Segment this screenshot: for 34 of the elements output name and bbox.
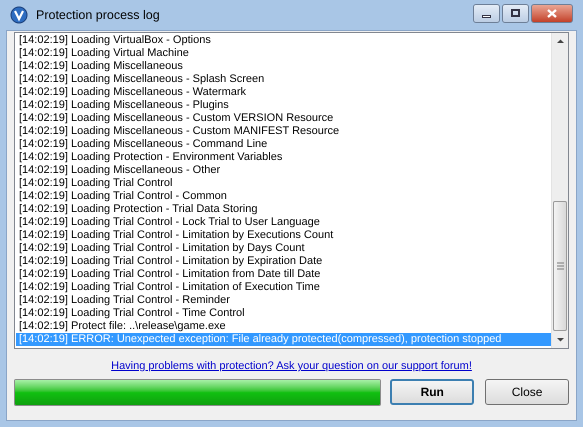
log-line[interactable]: [14:02:19] Loading Miscellaneous - Other [16, 164, 551, 177]
run-button[interactable]: Run [390, 379, 474, 405]
log-line[interactable]: [14:02:19] Loading Miscellaneous - Custom MANIFEST Resource [16, 125, 551, 138]
log-line[interactable]: [14:02:19] Loading Trial Control - Limitation from Date till Date [16, 268, 551, 281]
log-line[interactable]: [14:02:19] Loading Miscellaneous [16, 60, 551, 73]
log-line[interactable]: [14:02:19] Loading Protection - Trial Data Storing [16, 203, 551, 216]
maximize-button[interactable] [502, 4, 529, 22]
scrollbar[interactable] [551, 33, 568, 348]
log-line[interactable]: [14:02:19] Loading VirtualBox - Options [16, 34, 551, 47]
log-line[interactable]: [14:02:19] Loading Virtual Machine [16, 47, 551, 60]
close-button[interactable] [531, 4, 573, 22]
log-line[interactable]: [14:02:19] Loading Protection - Environment Variables [16, 151, 551, 164]
window-title: Protection process log [36, 6, 160, 24]
support-link[interactable]: Having problems with protection? Ask your question on our support forum! [111, 358, 472, 374]
log-line[interactable]: [14:02:19] Loading Trial Control - Limitation of Execution Time [16, 281, 551, 294]
close-icon [547, 8, 557, 18]
app-logo-icon [10, 6, 28, 24]
log-line[interactable]: [14:02:19] Loading Trial Control - Limitation by Expiration Date [16, 255, 551, 268]
log-line[interactable]: [14:02:19] Loading Miscellaneous - Splash Screen [16, 73, 551, 86]
log-line[interactable]: [14:02:19] Loading Miscellaneous - Custom VERSION Resource [16, 112, 551, 125]
log-line[interactable]: [14:02:19] Loading Trial Control - Lock Trial to User Language [16, 216, 551, 229]
log-line[interactable]: [14:02:19] Loading Trial Control - Limitation by Days Count [16, 242, 551, 255]
log-line[interactable]: [14:02:19] Protect file: ..\release\game.exe [16, 320, 551, 333]
close-dialog-button[interactable]: Close [485, 379, 569, 405]
log-line[interactable]: [14:02:19] Loading Miscellaneous - Watermark [16, 86, 551, 99]
minimize-button[interactable] [473, 4, 500, 22]
log-line[interactable]: [14:02:19] Loading Trial Control - Limitation by Executions Count [16, 229, 551, 242]
log-line[interactable]: [14:02:19] Loading Trial Control - Reminder [16, 294, 551, 307]
log-line[interactable]: [14:02:19] Loading Miscellaneous - Plugins [16, 99, 551, 112]
log-line[interactable]: [14:02:19] Loading Trial Control - Time Control [16, 307, 551, 320]
log-line[interactable]: [14:02:19] Loading Trial Control [16, 177, 551, 190]
log-line[interactable]: [14:02:19] Loading Trial Control - Common [16, 190, 551, 203]
scroll-thumb[interactable] [553, 201, 567, 331]
log-line[interactable]: [14:02:19] Loading Miscellaneous - Command Line [16, 138, 551, 151]
